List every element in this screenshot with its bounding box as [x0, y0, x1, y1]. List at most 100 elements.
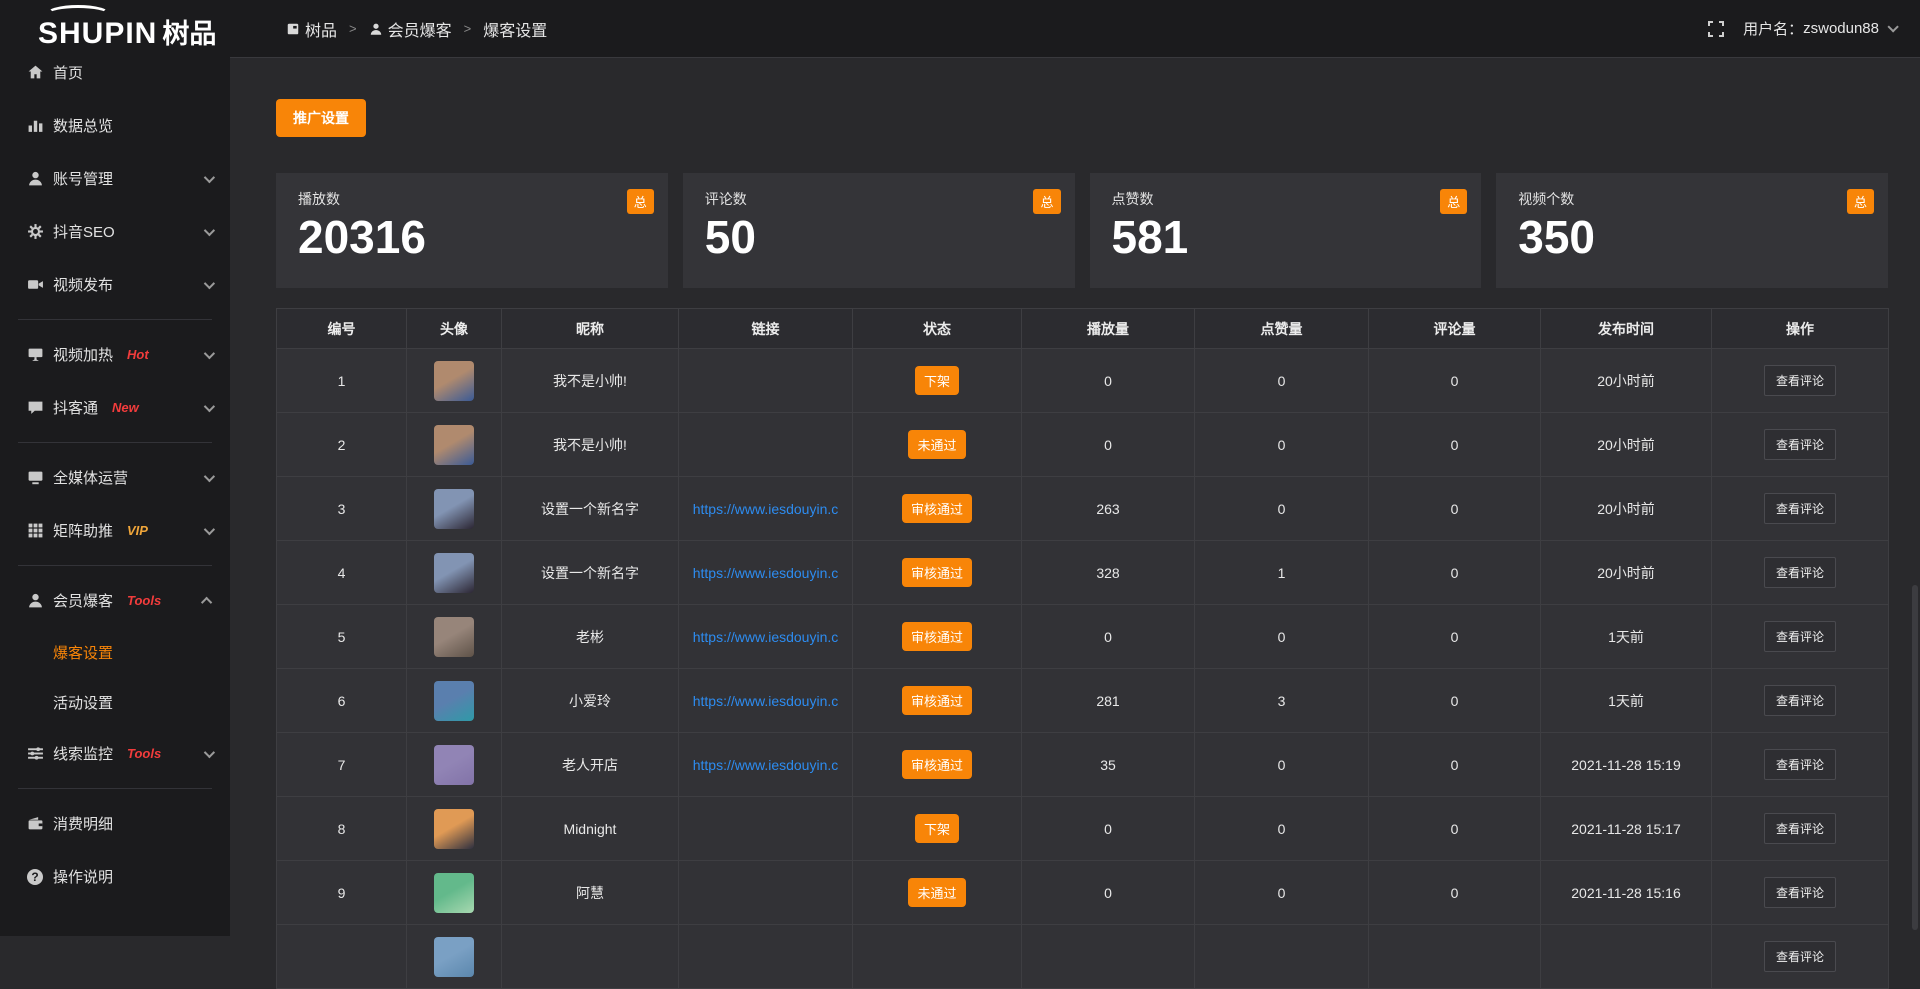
- cell-publish-time: [1541, 925, 1712, 989]
- sidebar-item-member-baoke[interactable]: 会员爆客 Tools: [0, 574, 230, 627]
- cell-status: 审核通过: [853, 477, 1022, 541]
- video-link[interactable]: https://www.iesdouyin.c: [693, 757, 839, 773]
- view-comments-button[interactable]: 查看评论: [1764, 493, 1836, 524]
- sidebar-item-video-heat[interactable]: 视频加热 Hot: [0, 328, 230, 381]
- table-header-row: 编号 头像 昵称 链接 状态 播放量 点赞量 评论量 发布时间 操作: [277, 309, 1889, 349]
- table-row: 1 我不是小帅! 下架 0 0 0 20小时前 查看评论: [277, 349, 1889, 413]
- sliders-icon: [26, 745, 44, 763]
- cell-id: 1: [277, 349, 407, 413]
- video-link[interactable]: https://www.iesdouyin.c: [693, 565, 839, 581]
- view-comments-button[interactable]: 查看评论: [1764, 621, 1836, 652]
- view-comments-button[interactable]: 查看评论: [1764, 877, 1836, 908]
- sidebar-item-douketong[interactable]: 抖客通 New: [0, 381, 230, 434]
- cell-link: https://www.iesdouyin.c: [679, 541, 853, 605]
- chevron-down-icon: [1887, 21, 1898, 32]
- sidebar-item-all-media[interactable]: 全媒体运营: [0, 451, 230, 504]
- view-comments-button[interactable]: 查看评论: [1764, 685, 1836, 716]
- breadcrumb-item-member-baoke[interactable]: 会员爆客: [369, 17, 452, 41]
- cell-id: [277, 925, 407, 989]
- user-menu[interactable]: 用户名： zswodun88: [1743, 18, 1895, 39]
- col-header-avatar: 头像: [407, 309, 502, 349]
- tools-badge: Tools: [127, 593, 161, 608]
- view-comments-button[interactable]: 查看评论: [1764, 941, 1836, 972]
- cell-status: 审核通过: [853, 669, 1022, 733]
- table-row: 3 设置一个新名字 https://www.iesdouyin.c 审核通过 2…: [277, 477, 1889, 541]
- cell-likes: 0: [1195, 477, 1369, 541]
- cell-publish-time: 1天前: [1541, 669, 1712, 733]
- cell-comments: 0: [1369, 797, 1541, 861]
- cell-nickname: 设置一个新名字: [502, 477, 679, 541]
- status-badge: 未通过: [908, 430, 965, 459]
- table-row: 9 阿慧 未通过 0 0 0 2021-11-28 15:16 查看评论: [277, 861, 1889, 925]
- cell-nickname: 阿慧: [502, 861, 679, 925]
- view-comments-button[interactable]: 查看评论: [1764, 749, 1836, 780]
- cell-actions: 查看评论: [1712, 733, 1889, 797]
- cell-plays: 0: [1022, 413, 1195, 477]
- sidebar-item-video-publish[interactable]: 视频发布: [0, 258, 230, 311]
- col-header-likes: 点赞量: [1195, 309, 1369, 349]
- col-header-plays: 播放量: [1022, 309, 1195, 349]
- cell-actions: 查看评论: [1712, 541, 1889, 605]
- table-body: 1 我不是小帅! 下架 0 0 0 20小时前 查看评论 2 我不是小帅! 未通…: [277, 349, 1889, 989]
- user-icon: [26, 170, 44, 188]
- sidebar-item-label: 数据总览: [53, 115, 113, 136]
- view-comments-button[interactable]: 查看评论: [1764, 557, 1836, 588]
- sidebar-item-consumption-detail[interactable]: 消费明细: [0, 797, 230, 850]
- user-icon: [26, 592, 44, 610]
- table-row: 4 设置一个新名字 https://www.iesdouyin.c 审核通过 3…: [277, 541, 1889, 605]
- cell-comments: 0: [1369, 861, 1541, 925]
- breadcrumb-item-home[interactable]: 树品: [286, 17, 337, 41]
- promo-settings-button[interactable]: 推广设置: [276, 99, 366, 137]
- cell-actions: 查看评论: [1712, 477, 1889, 541]
- dashboard-icon: [286, 22, 300, 36]
- sidebar-item-instructions[interactable]: ? 操作说明: [0, 850, 230, 903]
- sidebar-subitem-activity-settings[interactable]: 活动设置: [0, 677, 230, 727]
- video-link[interactable]: https://www.iesdouyin.c: [693, 629, 839, 645]
- breadcrumb-separator: >: [349, 21, 357, 36]
- sidebar-subitem-label: 活动设置: [53, 692, 113, 713]
- cell-publish-time: 20小时前: [1541, 541, 1712, 605]
- chevron-down-icon: [204, 400, 215, 411]
- hot-badge: Hot: [127, 347, 149, 362]
- cell-status: 下架: [853, 797, 1022, 861]
- sidebar-item-label: 全媒体运营: [53, 467, 128, 488]
- sidebar-item-douyin-seo[interactable]: 抖音SEO: [0, 205, 230, 258]
- sidebar-item-data-overview[interactable]: 数据总览: [0, 99, 230, 152]
- cell-likes: 0: [1195, 861, 1369, 925]
- cell-avatar: [407, 477, 502, 541]
- cell-comments: 0: [1369, 541, 1541, 605]
- sidebar-subitem-baoke-settings[interactable]: 爆客设置: [0, 627, 230, 677]
- sidebar-item-clue-monitor[interactable]: 线索监控 Tools: [0, 727, 230, 780]
- table-row: 7 老人开店 https://www.iesdouyin.c 审核通过 35 0…: [277, 733, 1889, 797]
- sidebar-item-home[interactable]: 首页: [0, 46, 230, 99]
- cell-plays: 0: [1022, 797, 1195, 861]
- view-comments-button[interactable]: 查看评论: [1764, 813, 1836, 844]
- cell-link: https://www.iesdouyin.c: [679, 733, 853, 797]
- cell-comments: 0: [1369, 733, 1541, 797]
- avatar: [434, 617, 474, 657]
- avatar: [434, 873, 474, 913]
- logo-text-cn: 树品: [162, 19, 216, 49]
- sidebar-item-matrix-boost[interactable]: 矩阵助推 VIP: [0, 504, 230, 557]
- vertical-scrollbar[interactable]: [1912, 585, 1918, 930]
- stat-card-plays: 播放数 20316 总: [276, 173, 668, 288]
- view-comments-button[interactable]: 查看评论: [1764, 429, 1836, 460]
- view-comments-button[interactable]: 查看评论: [1764, 365, 1836, 396]
- sidebar-item-account-mgmt[interactable]: 账号管理: [0, 152, 230, 205]
- cell-nickname: 老彬: [502, 605, 679, 669]
- video-link[interactable]: https://www.iesdouyin.c: [693, 501, 839, 517]
- fullscreen-button[interactable]: [1707, 20, 1725, 38]
- total-badge: 总: [1847, 189, 1874, 214]
- tools-badge: Tools: [127, 746, 161, 761]
- stat-card-videos: 视频个数 350 总: [1496, 173, 1888, 288]
- cell-publish-time: 20小时前: [1541, 477, 1712, 541]
- video-camera-icon: [26, 276, 44, 294]
- cell-likes: 0: [1195, 605, 1369, 669]
- chevron-down-icon: [204, 746, 215, 757]
- cell-likes: 0: [1195, 733, 1369, 797]
- video-link[interactable]: https://www.iesdouyin.c: [693, 693, 839, 709]
- cell-comments: 0: [1369, 477, 1541, 541]
- chevron-down-icon: [204, 171, 215, 182]
- cell-link: [679, 349, 853, 413]
- cell-avatar: [407, 669, 502, 733]
